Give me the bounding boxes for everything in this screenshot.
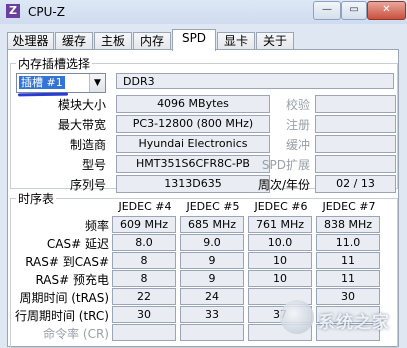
command-rate-label: 命令率 (CR) (43, 327, 109, 341)
ecc-value (315, 95, 396, 113)
tab-memory[interactable]: 内存 (133, 32, 171, 50)
spd-ext-label: SPD扩展 (261, 158, 310, 172)
timing-cell: 8 (112, 252, 176, 269)
timing-cell (112, 324, 176, 341)
part-number-value: HMT351S6CFR8C-PB (116, 155, 270, 173)
watermark-logo-icon (280, 300, 314, 334)
slot-select[interactable]: 插槽 #1 ▼ (16, 73, 106, 93)
timing-cell: 9 (180, 270, 244, 287)
module-size-label: 模块大小 (57, 98, 106, 112)
timing-cell: 9.0 (180, 234, 244, 251)
tab-mainboard[interactable]: 主板 (94, 32, 132, 50)
timing-cell: 761 MHz (248, 216, 312, 233)
frequency-label: 频率 (84, 219, 109, 233)
module-size-value: 4096 MBytes (116, 95, 270, 113)
ras-precharge-label: RAS# 预充电 (35, 273, 109, 287)
timing-cell: 33 (180, 306, 244, 323)
watermark-text: 系统之家 (318, 313, 390, 333)
maximize-button[interactable]: ▭ (341, 1, 367, 20)
timing-group-title: 时序表 (16, 190, 57, 207)
part-number-label: 型号 (81, 158, 106, 172)
timing-cell: 10 (248, 252, 312, 269)
tab-graphics[interactable]: 显卡 (217, 32, 255, 50)
max-bandwidth-value: PC3-12800 (800 MHz) (116, 115, 270, 133)
timing-cell: 11.0 (316, 234, 380, 251)
tab-cache[interactable]: 缓存 (55, 32, 93, 50)
manufacturer-label: 制造商 (69, 138, 106, 152)
timing-cell: 22 (112, 288, 176, 305)
close-button[interactable]: ✕ (367, 1, 406, 20)
buffered-label: 缓冲 (285, 138, 310, 152)
chevron-down-icon[interactable]: ▼ (89, 74, 105, 92)
watermark: 系统之家 (280, 296, 402, 340)
timing-cell: 10.0 (248, 234, 312, 251)
column-header: JEDEC #7 (322, 200, 376, 213)
column-header: JEDEC #6 (254, 200, 308, 213)
tab-about[interactable]: 关于 (256, 32, 294, 50)
timing-cell: 609 MHz (112, 216, 176, 233)
timing-cell: 11 (316, 270, 380, 287)
registered-value (315, 115, 396, 133)
column-header: JEDEC #4 (118, 200, 172, 213)
timing-cell: 838 MHz (316, 216, 380, 233)
memory-type-field: DDR3 (116, 73, 394, 89)
column-header: JEDEC #5 (186, 200, 240, 213)
timing-cell: 8 (112, 270, 176, 287)
tab-spd[interactable]: SPD (172, 29, 216, 51)
slot-select-value: 插槽 #1 (19, 76, 65, 89)
buffered-value (315, 135, 396, 153)
cpuz-logo-icon: Z (6, 4, 20, 18)
slot-group-title: 内存插槽选择 (16, 55, 93, 72)
tras-label: 周期时间 (tRAS) (19, 291, 109, 305)
registered-label: 注册 (285, 118, 310, 132)
max-bandwidth-label: 最大带宽 (57, 118, 106, 132)
timing-cell: 685 MHz (180, 216, 244, 233)
ecc-label: 校验 (285, 98, 310, 112)
window-title: CPU-Z (28, 5, 65, 19)
cas-latency-label: CAS# 延迟 (46, 237, 109, 251)
timing-cell: 11 (316, 252, 380, 269)
timing-cell: 8.0 (112, 234, 176, 251)
timing-cell: 9 (180, 252, 244, 269)
minimize-button[interactable]: — (313, 1, 341, 20)
timing-cell: 30 (112, 306, 176, 323)
timing-cell (180, 324, 244, 341)
serial-number-value: 1313D635 (116, 175, 270, 193)
timing-cell: 10 (248, 270, 312, 287)
title-bar: Z CPU-Z — ▭ ✕ (0, 0, 407, 24)
tab-processor[interactable]: 处理器 (7, 32, 54, 50)
manufacturer-value: Hyundai Electronics (116, 135, 270, 153)
timing-cell: 24 (180, 288, 244, 305)
week-year-value: 02 / 13 (315, 175, 396, 193)
week-year-label: 周次/年份 (257, 178, 310, 192)
spd-ext-value (315, 155, 396, 173)
trc-label: 行周期时间 (tRC) (14, 309, 109, 323)
ras-to-cas-label: RAS# 到CAS# (25, 255, 109, 269)
